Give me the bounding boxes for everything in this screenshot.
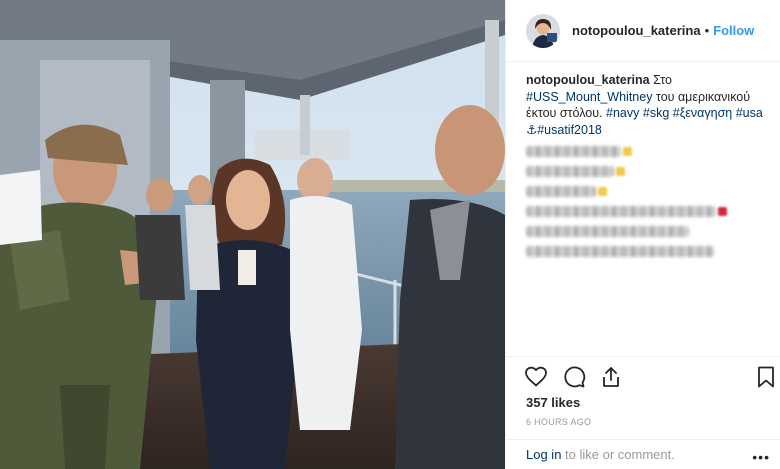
post-header: notopoulou_katerina • Follow — [506, 0, 780, 62]
emoji-icon — [616, 167, 625, 176]
anchor-icon: ⚓ — [526, 122, 538, 137]
blurred-comment — [526, 205, 766, 218]
hashtag-usatif2018[interactable]: #usatif2018 — [537, 123, 602, 137]
ship-deck-photo — [0, 0, 505, 469]
emoji-icon — [623, 147, 632, 156]
follow-button[interactable]: Follow — [713, 23, 754, 38]
likes-count[interactable]: 357 likes — [526, 395, 580, 410]
blurred-comments — [526, 145, 766, 258]
caption-username[interactable]: notopoulou_katerina — [526, 73, 650, 87]
caption-text: notopoulou_katerina Στο #USS_Mount_Whitn… — [526, 72, 766, 138]
comment-bar: Log in to like or comment. — [506, 439, 780, 469]
share-icon[interactable] — [599, 365, 623, 389]
blurred-comment-text — [526, 246, 714, 257]
heart-icon[interactable] — [524, 365, 548, 389]
hashtag-tour[interactable]: #ξεναγηση — [673, 106, 732, 120]
header-username[interactable]: notopoulou_katerina — [572, 23, 701, 38]
blurred-comment-text — [526, 226, 689, 237]
avatar[interactable] — [526, 13, 560, 48]
instagram-post: notopoulou_katerina • Follow notopoulou_… — [0, 0, 780, 469]
blurred-comment — [526, 165, 766, 178]
blurred-comment-text — [526, 206, 716, 217]
emoji-icon — [718, 207, 727, 216]
blurred-comment-text — [526, 166, 614, 177]
login-link[interactable]: Log in — [526, 447, 561, 462]
post-photo[interactable] — [0, 0, 505, 469]
emoji-icon — [598, 187, 607, 196]
avatar-image — [526, 13, 560, 48]
hashtag-usa[interactable]: #usa — [736, 106, 763, 120]
blurred-comment — [526, 245, 766, 258]
caption-text-start: Στο — [653, 73, 672, 87]
blurred-comment — [526, 225, 766, 238]
header-separator: • — [704, 23, 710, 38]
post-timestamp: 6 HOURS AGO — [526, 417, 592, 427]
post-caption: notopoulou_katerina Στο #USS_Mount_Whitn… — [526, 72, 766, 258]
hashtag-skg[interactable]: #skg — [643, 106, 669, 120]
more-options-button[interactable]: ••• — [752, 449, 770, 465]
hashtag-navy[interactable]: #navy — [606, 106, 639, 120]
blurred-comment-text — [526, 186, 596, 197]
action-bar — [506, 356, 780, 396]
post-sidebar: notopoulou_katerina • Follow notopoulou_… — [505, 0, 780, 469]
blurred-comment-text — [526, 146, 621, 157]
blurred-comment — [526, 185, 766, 198]
blurred-comment — [526, 145, 766, 158]
comment-icon[interactable] — [562, 365, 586, 389]
hashtag-uss-mount-whitney[interactable]: #USS_Mount_Whitney — [526, 90, 652, 104]
comment-prompt: to like or comment. — [565, 447, 675, 462]
bookmark-icon[interactable] — [754, 365, 778, 389]
